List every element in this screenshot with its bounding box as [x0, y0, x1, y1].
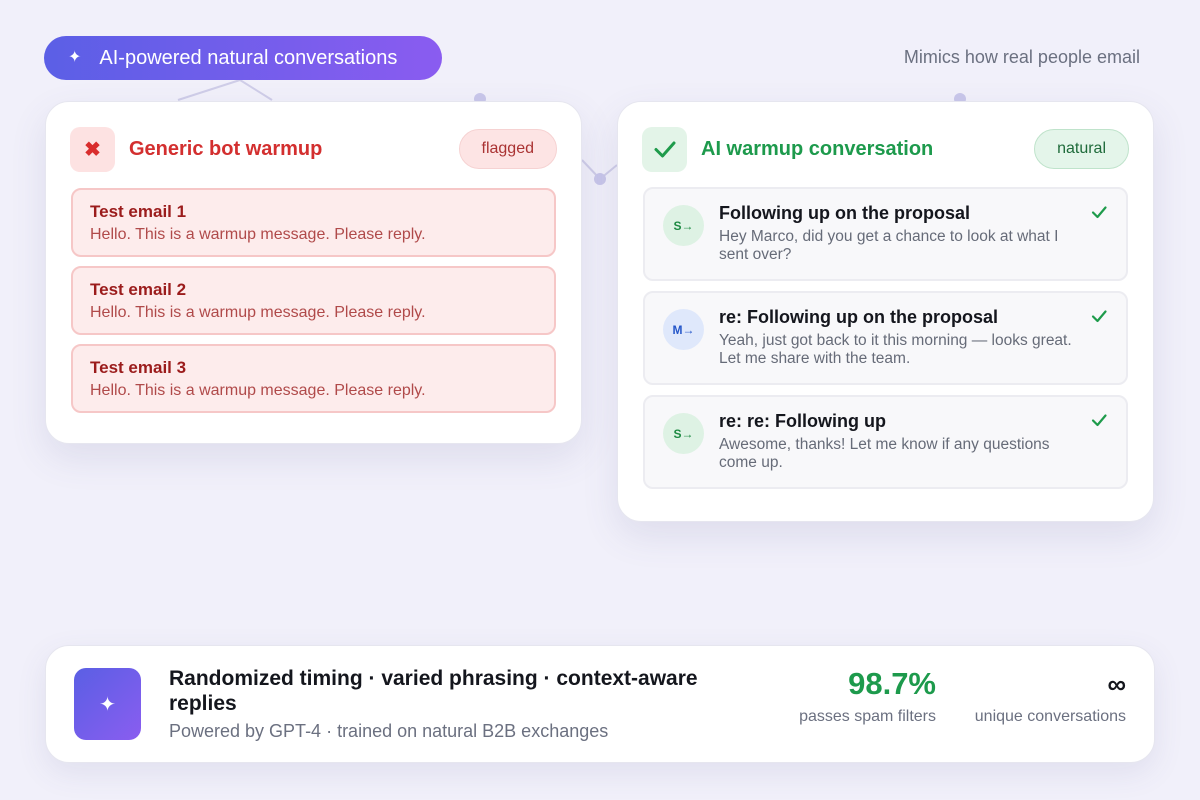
sparkle-icon: ✦	[68, 49, 82, 66]
bot-email-title: Test email 2	[90, 280, 187, 299]
check-icon	[1091, 206, 1107, 219]
bot-card-header: ✖ Generic bot warmup flagged	[70, 126, 557, 172]
feature-pill: ✦ AI-powered natural conversations	[44, 36, 442, 80]
message-body: Awesome, thanks! Let me know if any ques…	[719, 436, 1050, 471]
conversation-message: S→ Following up on the proposal Hey Marc…	[643, 187, 1128, 281]
bot-email-body: Hello. This is a warmup message. Please …	[90, 226, 426, 243]
bot-email-item: Test email 1 Hello. This is a warmup mes…	[71, 188, 556, 257]
ai-card-header: AI warmup conversation natural	[642, 126, 1129, 172]
x-icon: ✖	[70, 126, 115, 172]
stat-unique-conversations: ∞ unique conversations	[975, 666, 1126, 726]
bot-email-body: Hello. This is a warmup message. Please …	[90, 304, 426, 321]
bot-email-item: Test email 2 Hello. This is a warmup mes…	[71, 266, 556, 335]
stat-label: unique conversations	[974, 708, 1126, 725]
pill-label: AI-powered natural conversations	[99, 46, 398, 69]
stat-label: passes spam filters	[799, 708, 936, 725]
bot-email-body: Hello. This is a warmup message. Please …	[90, 382, 426, 399]
stat-value: ∞	[1107, 669, 1126, 699]
bot-email-list: Test email 1 Hello. This is a warmup mes…	[71, 188, 556, 422]
tagline: Mimics how real people email	[903, 47, 1140, 67]
bot-warmup-card: ✖ Generic bot warmup flagged Test email …	[45, 101, 582, 444]
ai-card-title: AI warmup conversation	[701, 137, 934, 160]
message-body: Hey Marco, did you get a chance to look …	[719, 228, 1059, 263]
avatar: S→	[663, 205, 704, 246]
bot-email-title: Test email 3	[90, 358, 187, 377]
bot-email-title: Test email 1	[90, 202, 187, 221]
summary-subtitle: Powered by GPT-4 · trained on natural B2…	[169, 721, 609, 741]
message-subject: Following up on the proposal	[719, 203, 970, 223]
conversation-message: S→ re: re: Following up Awesome, thanks!…	[643, 395, 1128, 489]
message-subject: re: re: Following up	[719, 411, 886, 431]
check-icon	[1091, 310, 1107, 323]
message-subject: re: Following up on the proposal	[719, 307, 998, 327]
avatar: M→	[663, 309, 704, 350]
avatar: S→	[663, 413, 704, 454]
sparkle-icon: ✦	[74, 668, 141, 740]
check-icon	[642, 126, 687, 172]
ai-conversation-list: S→ Following up on the proposal Hey Marc…	[643, 187, 1128, 499]
bot-card-title: Generic bot warmup	[129, 137, 323, 160]
ai-warmup-card: AI warmup conversation natural S→ Follow…	[617, 101, 1154, 522]
stat-value: 98.7%	[848, 666, 936, 701]
feature-summary-bar: ✦ Randomized timing · varied phrasing · …	[45, 645, 1155, 763]
check-icon	[1091, 414, 1107, 427]
conversation-message: M→ re: Following up on the proposal Yeah…	[643, 291, 1128, 385]
message-body: Yeah, just got back to it this morning —…	[719, 332, 1072, 367]
summary-title: Randomized timing · varied phrasing · co…	[169, 667, 698, 715]
page: ✦ AI-powered natural conversations Mimic…	[0, 0, 1200, 800]
stat-spam-filters: 98.7% passes spam filters	[799, 666, 936, 726]
bot-email-item: Test email 3 Hello. This is a warmup mes…	[71, 344, 556, 413]
natural-badge: natural	[1034, 129, 1129, 169]
flagged-badge: flagged	[458, 129, 557, 169]
